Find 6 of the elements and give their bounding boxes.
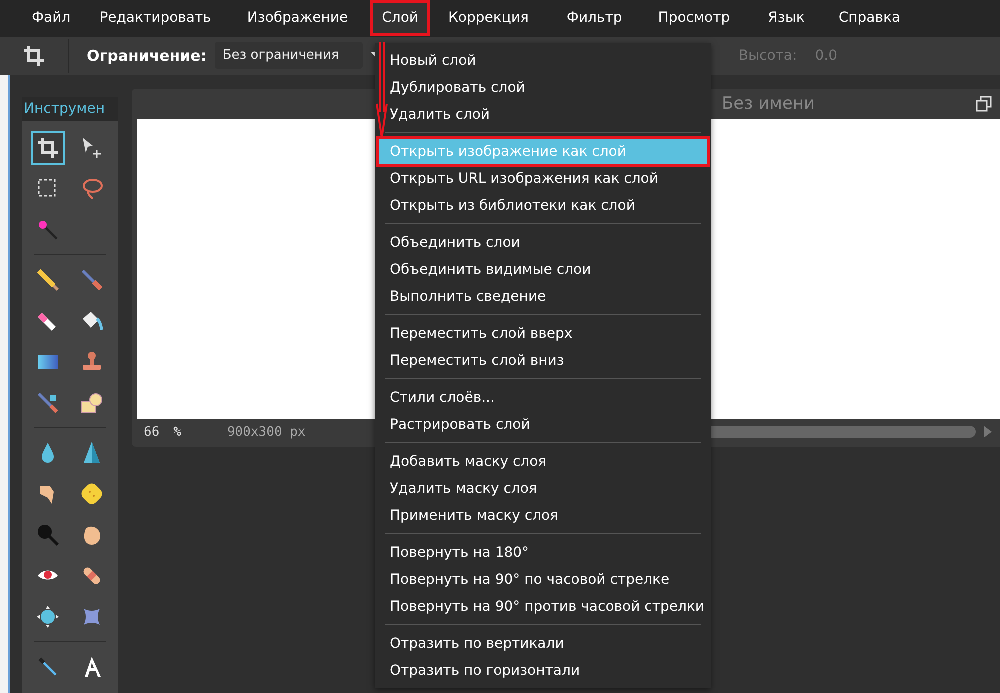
zoom-unit: %	[174, 424, 182, 440]
image-size: 900x300 px	[227, 424, 306, 440]
height-label: Высота:	[738, 48, 798, 64]
constraint-label: Ограничение:	[87, 46, 207, 65]
panel-title: Инструмен	[22, 97, 118, 121]
document-title: Без имени	[722, 94, 816, 114]
